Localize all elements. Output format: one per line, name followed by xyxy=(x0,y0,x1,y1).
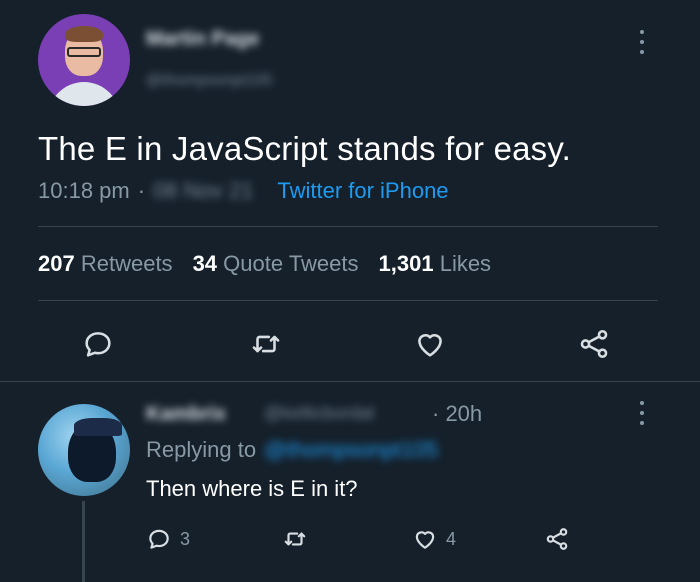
divider xyxy=(38,300,658,301)
likes-stat[interactable]: 1,301 Likes xyxy=(379,251,492,277)
tweet-actions xyxy=(0,322,700,366)
reply-share-button[interactable] xyxy=(544,521,570,557)
retweets-stat[interactable]: 207 Retweets xyxy=(38,251,173,277)
reply-count: 3 xyxy=(180,528,191,549)
share-icon xyxy=(546,528,568,550)
like-icon xyxy=(418,334,442,357)
like-count: 4 xyxy=(446,528,457,549)
retweet-icon xyxy=(284,532,306,546)
reply-icon xyxy=(149,529,169,549)
main-tweet: Martin Page @thompsonpt105 The E in Java… xyxy=(0,0,700,382)
tweet-time: 10:18 pm xyxy=(38,178,130,203)
share-button[interactable] xyxy=(574,322,614,366)
tweet-text: The E in JavaScript stands for easy. xyxy=(38,130,571,167)
reply-time[interactable]: · 20h xyxy=(432,401,482,427)
reply-more-options-icon[interactable] xyxy=(632,401,652,425)
tweet-meta: 10:18 pm · 08 Nov 21 Twitter for iPhone xyxy=(38,178,449,204)
divider xyxy=(38,226,658,227)
reply-retweet-button[interactable] xyxy=(282,521,308,557)
retweet-icon xyxy=(252,335,280,353)
like-icon xyxy=(415,531,435,549)
divider xyxy=(0,381,700,382)
reply-tweet[interactable]: Kambrix @kelticbordat · 20h Replying to @… xyxy=(0,383,700,582)
reply-icon xyxy=(85,332,111,357)
reply-author-name[interactable]: Kambrix xyxy=(146,403,226,426)
retweet-button[interactable] xyxy=(246,322,286,366)
reply-actions: 3 4 xyxy=(0,521,700,557)
reply-button[interactable] xyxy=(78,322,118,366)
more-options-icon[interactable] xyxy=(632,30,652,54)
reply-text: Then where is E in it? xyxy=(146,476,358,501)
reply-author-handle[interactable]: @kelticbordat xyxy=(264,403,374,424)
replying-mention-link[interactable]: @thompsonpt105 xyxy=(264,437,438,462)
replying-to: Replying to @thompsonpt105 xyxy=(146,437,439,462)
author-handle[interactable]: @thompsonpt105 xyxy=(146,72,273,90)
reply-like-button[interactable]: 4 xyxy=(412,521,456,557)
reply-reply-button[interactable]: 3 xyxy=(146,521,190,557)
author-name[interactable]: Martin Page xyxy=(146,28,259,51)
quote-tweets-stat[interactable]: 34 Quote Tweets xyxy=(193,251,359,277)
share-icon xyxy=(580,329,608,359)
author-avatar[interactable] xyxy=(38,14,130,106)
tweet-stats: 207 Retweets 34 Quote Tweets 1,301 Likes xyxy=(38,251,491,277)
reply-avatar[interactable] xyxy=(38,404,130,496)
like-button[interactable] xyxy=(410,322,450,366)
tweet-date: 08 Nov 21 xyxy=(153,178,254,203)
tweet-source-link[interactable]: Twitter for iPhone xyxy=(277,178,448,204)
